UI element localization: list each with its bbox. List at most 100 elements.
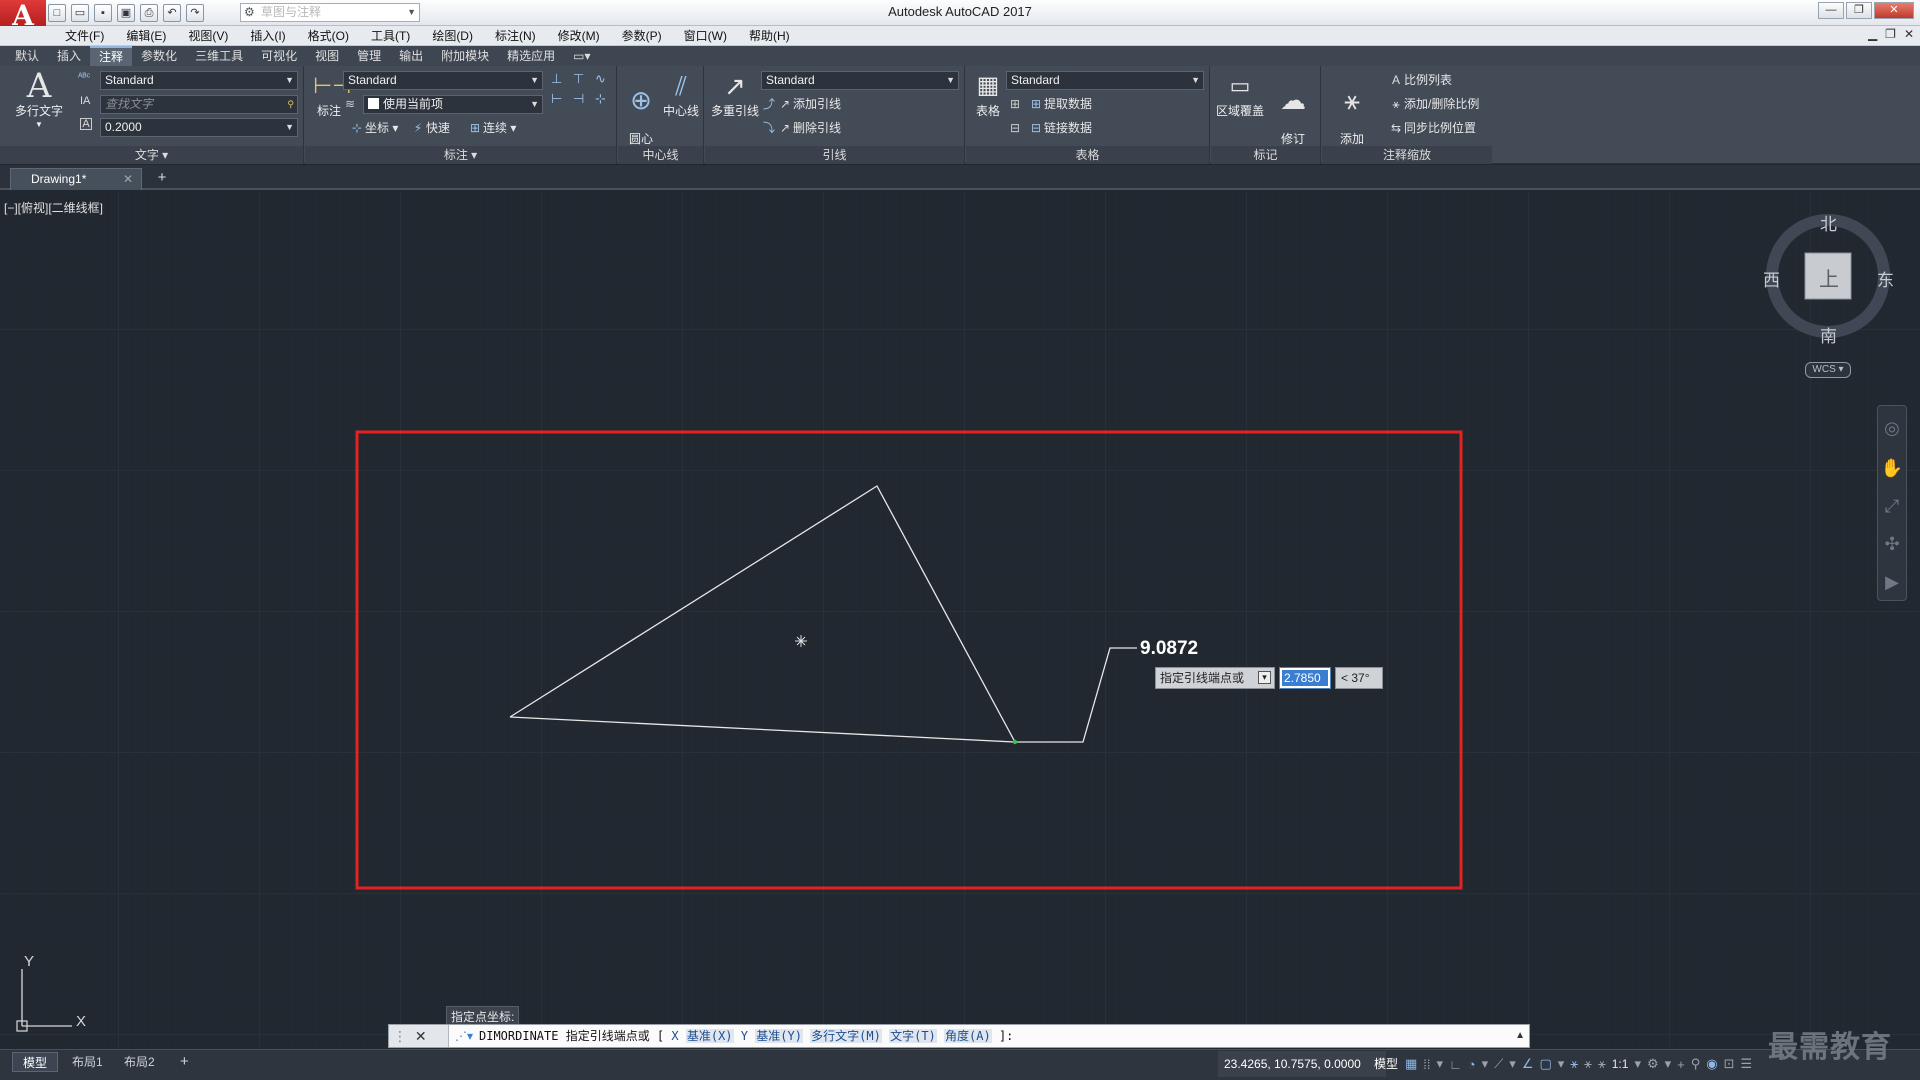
close-button[interactable]: ✕	[1874, 2, 1914, 19]
ortho-icon[interactable]: ∟	[1449, 1057, 1462, 1072]
workspace-gear-icon[interactable]: ⚙	[1647, 1056, 1659, 1072]
tab-default[interactable]: 默认	[6, 46, 48, 66]
showmotion-icon[interactable]: ▶	[1878, 572, 1906, 593]
menu-format[interactable]: 格式(O)	[297, 26, 360, 45]
dimension-panel-title[interactable]: 标注 ▾	[305, 146, 616, 164]
dim-style-dropdown[interactable]: Standard ▼	[343, 71, 543, 90]
menu-draw[interactable]: 绘图(D)	[421, 26, 484, 45]
tab-output[interactable]: 输出	[390, 46, 432, 66]
menu-help[interactable]: 帮助(H)	[738, 26, 801, 45]
table-style-dropdown[interactable]: Standard ▼	[1006, 71, 1204, 90]
tab-parametric[interactable]: 参数化	[132, 46, 186, 66]
command-line[interactable]: ⋮ ✕ 🔧 ⋰▾ DIMORDINATE 指定引线端点或 [ X 基准(X) Y…	[388, 1024, 1530, 1066]
text-style-dropdown[interactable]: Standard ▼	[100, 71, 298, 90]
annotation-visibility-icon[interactable]: ⚹	[1570, 1056, 1578, 1072]
viewcube-west[interactable]: 西	[1763, 266, 1780, 291]
continue-dim-button[interactable]: ⊞ 连续 ▾	[467, 119, 516, 137]
layout-tab-layout2[interactable]: 布局2	[114, 1052, 165, 1072]
menu-insert[interactable]: 插入(I)	[239, 26, 296, 45]
dim-update-icon[interactable]: ⊣	[573, 91, 595, 107]
leader-panel-title[interactable]: 引线	[705, 146, 964, 164]
annotation-scale-value[interactable]: 1:1	[1612, 1057, 1629, 1071]
option-datum-y[interactable]: 基准(Y)	[755, 1029, 803, 1043]
dim-jog-icon[interactable]: ∿	[595, 71, 617, 87]
ordinate-button[interactable]: ⊹ 坐标 ▾	[349, 119, 398, 137]
annotation-scale-icon[interactable]: ⚹	[1598, 1056, 1606, 1072]
isolate-objects-icon[interactable]: ⚲	[1691, 1056, 1701, 1072]
dynamic-input-angle-field[interactable]: < 37°	[1335, 667, 1383, 689]
zoom-icon[interactable]: ⤢	[1878, 496, 1906, 517]
menu-dimension[interactable]: 标注(N)	[484, 26, 547, 45]
print-icon[interactable]: ⎙	[140, 4, 158, 22]
mleader-button[interactable]: ↗ 多重引线	[709, 70, 761, 118]
layout-tab-model[interactable]: 模型	[12, 1052, 59, 1072]
viewcube-east[interactable]: 东	[1877, 266, 1894, 291]
open-file-icon[interactable]: ▭	[71, 4, 89, 22]
option-mtext[interactable]: 多行文字(M)	[810, 1029, 882, 1043]
hardware-acceleration-icon[interactable]: ◉	[1706, 1056, 1717, 1072]
options-down-icon[interactable]: ▾	[1258, 671, 1271, 684]
scale-list-button[interactable]: A 比例列表	[1388, 71, 1452, 89]
save-as-icon[interactable]: ▣	[117, 4, 135, 22]
menu-view[interactable]: 视图(V)	[177, 26, 239, 45]
wcs-menu-button[interactable]: WCS ▾	[1805, 362, 1851, 378]
workspace-dropdown[interactable]: ⚙ 草图与注释 ▼	[240, 3, 420, 22]
viewcube-south[interactable]: 南	[1820, 322, 1837, 347]
new-tab-button[interactable]: +	[152, 170, 172, 188]
doc-restore-icon[interactable]: ❐	[1885, 27, 1896, 41]
chevron-down-icon[interactable]: ▾	[1665, 1056, 1672, 1072]
table-tool-icon[interactable]: ⊟	[1010, 121, 1020, 135]
sync-scale-button[interactable]: ⇆ 同步比例位置	[1388, 119, 1476, 137]
add-leader-button[interactable]: ⤴ ↗ 添加引线	[761, 95, 841, 113]
dim-layer-dropdown[interactable]: 使用当前项 ▼	[363, 95, 543, 114]
menu-edit[interactable]: 编辑(E)	[115, 26, 177, 45]
menu-modify[interactable]: 修改(M)	[547, 26, 611, 45]
tab-featured-apps[interactable]: 精选应用	[498, 46, 564, 66]
quick-dim-button[interactable]: ⚡ 快速	[410, 119, 450, 137]
new-file-icon[interactable]: □	[48, 4, 66, 22]
snap-icon[interactable]: ⁞⁞	[1423, 1057, 1430, 1072]
tab-manage[interactable]: 管理	[348, 46, 390, 66]
menu-tools[interactable]: 工具(T)	[360, 26, 421, 45]
viewport-controls-label[interactable]: [−][俯视][二维线框]	[4, 199, 103, 216]
chevron-down-icon[interactable]: ▾	[1634, 1056, 1641, 1072]
pan-hand-icon[interactable]: ✋	[1878, 458, 1906, 479]
text-panel-title[interactable]: 文字 ▾	[0, 146, 303, 164]
grip-icon[interactable]: ⋮	[393, 1028, 407, 1044]
redo-icon[interactable]: ↷	[186, 4, 204, 22]
link-data-button[interactable]: ⊟ 链接数据	[1028, 119, 1092, 137]
dim-inspect-icon[interactable]: ⊢	[551, 91, 573, 107]
plus-icon[interactable]: +	[1677, 1057, 1685, 1072]
add-delete-scale-button[interactable]: ⚹ 添加/删除比例	[1388, 95, 1479, 113]
tab-addins[interactable]: 附加模块	[432, 46, 498, 66]
dynamic-input-value-field[interactable]: 2.7850	[1279, 667, 1331, 689]
menu-file[interactable]: 文件(F)	[54, 26, 115, 45]
close-icon[interactable]: ✕	[415, 1028, 427, 1044]
grid-icon[interactable]: ▦	[1405, 1056, 1417, 1072]
object-snap-icon[interactable]: ▢	[1539, 1056, 1551, 1072]
centerline-button[interactable]: ⫽ 中心线	[660, 70, 702, 118]
clean-screen-icon[interactable]: ⊡	[1724, 1056, 1735, 1072]
add-layout-button[interactable]: +	[170, 1052, 199, 1072]
find-text-input[interactable]: 查找文字 ⚲	[100, 95, 298, 114]
restore-button[interactable]: ❐	[1846, 2, 1872, 19]
wipeout-button[interactable]: ▭ 区域覆盖	[1213, 70, 1267, 118]
doc-minimize-icon[interactable]: ▁	[1868, 27, 1877, 41]
doc-tab-drawing1[interactable]: Drawing1* ✕	[10, 168, 142, 190]
dim-oblique-icon[interactable]: ⊹	[595, 91, 617, 107]
dim-break-icon[interactable]: ⊥	[551, 71, 573, 87]
chevron-up-icon[interactable]: ▲	[1515, 1025, 1525, 1047]
dim-adjust-icon[interactable]: ⊤	[573, 71, 595, 87]
layout-tab-layout1[interactable]: 布局1	[62, 1052, 113, 1072]
search-icon[interactable]: ⚲	[287, 96, 294, 113]
chevron-down-icon[interactable]: ▾	[1437, 1056, 1444, 1072]
menu-window[interactable]: 窗口(W)	[673, 26, 738, 45]
mleader-style-dropdown[interactable]: Standard ▼	[761, 71, 959, 90]
tab-visualize[interactable]: 可视化	[252, 46, 306, 66]
doc-close-icon[interactable]: ✕	[1904, 27, 1914, 41]
text-height-dropdown[interactable]: 0.2000 ▼	[100, 118, 298, 137]
tab-insert[interactable]: 插入	[48, 46, 90, 66]
menu-parametric[interactable]: 参数(P)	[611, 26, 673, 45]
drawing-canvas[interactable]	[0, 192, 1920, 1049]
tab-3d-tools[interactable]: 三维工具	[186, 46, 252, 66]
